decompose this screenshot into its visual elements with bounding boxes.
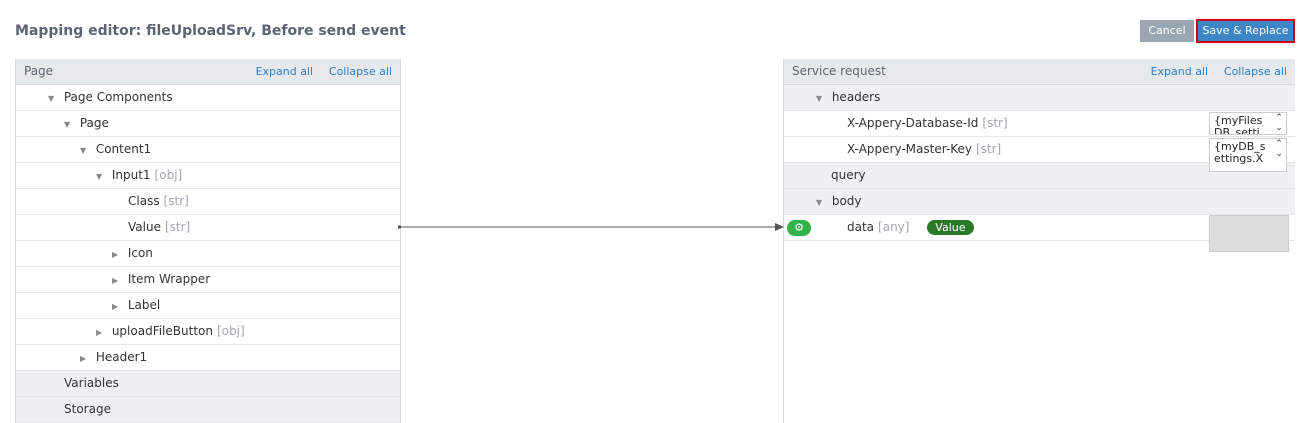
mapping-connector: [398, 223, 784, 231]
mapping-start-dot: [398, 225, 401, 229]
mapping-arrowhead: [775, 223, 784, 231]
